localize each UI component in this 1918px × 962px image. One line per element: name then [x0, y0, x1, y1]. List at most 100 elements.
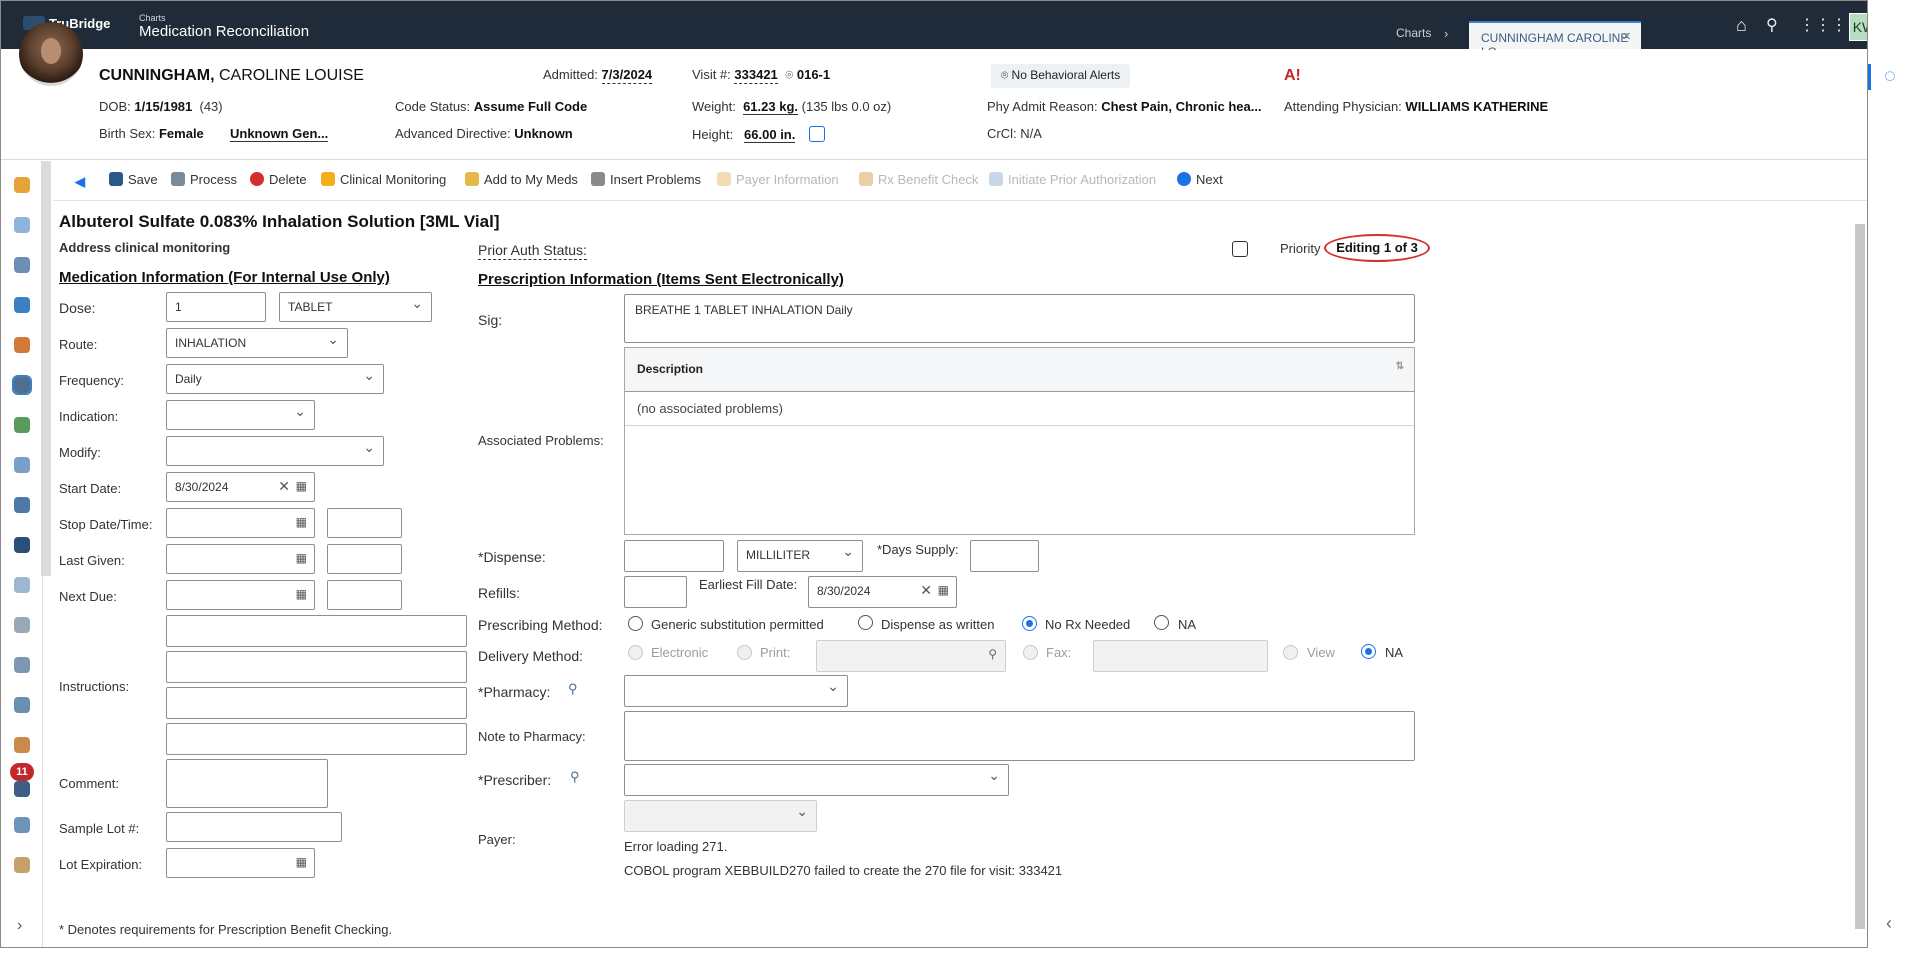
instructions-line-3[interactable]: [166, 687, 467, 719]
visit-number[interactable]: 333421: [734, 67, 778, 84]
instructions-line-2[interactable]: [166, 651, 467, 683]
rail-meds-icon[interactable]: [14, 337, 30, 353]
rail-med-rec-icon[interactable]: [12, 375, 32, 395]
next-button[interactable]: Next: [1177, 172, 1223, 187]
refills-input[interactable]: [624, 576, 687, 608]
rail-calendar-icon[interactable]: [14, 297, 30, 313]
next-due-time-input[interactable]: [327, 580, 402, 610]
delete-button[interactable]: Delete: [250, 172, 307, 187]
pharmacy-search-icon[interactable]: ⚲: [568, 681, 578, 697]
days-supply-input[interactable]: [970, 540, 1039, 572]
rail-scrollbar[interactable]: [41, 161, 51, 576]
start-date-input[interactable]: 8/30/2024 ✕: [166, 472, 315, 502]
tab-charts[interactable]: Charts: [1396, 26, 1431, 40]
expand-rail-icon[interactable]: ›: [17, 917, 22, 935]
instructions-line-4[interactable]: [166, 723, 467, 755]
rail-report-icon[interactable]: [14, 657, 30, 673]
gender-link[interactable]: Unknown Gen...: [230, 126, 329, 142]
rail-orders-icon[interactable]: [14, 417, 30, 433]
rail-staff-icon[interactable]: [14, 857, 30, 873]
radio-method-na[interactable]: [1154, 615, 1169, 630]
clinical-monitoring-button[interactable]: Clinical Monitoring: [321, 172, 446, 187]
next-due-date-input[interactable]: [166, 580, 315, 610]
clear-earliest-fill-icon[interactable]: ✕: [920, 582, 932, 599]
lot-expiration-input[interactable]: [166, 848, 315, 878]
description-column-header[interactable]: Description ⇅: [625, 348, 1414, 392]
indication-select[interactable]: [166, 400, 315, 430]
payer-information-button[interactable]: Payer Information: [717, 172, 839, 187]
prescriber-search-icon[interactable]: ⚲: [570, 769, 580, 785]
collapse-right-rail-icon[interactable]: ‹: [1886, 913, 1892, 934]
prescriber-select[interactable]: [624, 764, 1009, 796]
pharmacy-select[interactable]: [624, 675, 848, 707]
earliest-fill-input[interactable]: 8/30/2024 ✕: [808, 576, 957, 608]
search-icon[interactable]: ⚲: [988, 647, 997, 661]
comment-input[interactable]: [166, 759, 328, 808]
close-tab-icon[interactable]: ×: [1622, 28, 1631, 45]
rail-syringe-icon[interactable]: [14, 457, 30, 473]
sig-input[interactable]: BREATHE 1 TABLET INHALATION Daily: [624, 294, 1415, 343]
rail-history-icon[interactable]: [14, 177, 30, 193]
initiate-prior-authorization-button[interactable]: Initiate Prior Authorization: [989, 172, 1156, 187]
save-button[interactable]: Save: [109, 172, 158, 187]
radio-dispense-as-written[interactable]: [858, 615, 873, 630]
behavioral-alerts-badge[interactable]: ⌾ No Behavioral Alerts: [991, 64, 1131, 88]
dispense-input[interactable]: [624, 540, 724, 572]
payer-select[interactable]: [624, 800, 817, 832]
content-scrollbar[interactable]: [1853, 208, 1867, 947]
dose-input[interactable]: 1: [166, 292, 266, 322]
scroll-thumb[interactable]: [1855, 224, 1865, 929]
last-given-date-input[interactable]: [166, 544, 315, 574]
rail-scan-icon[interactable]: [14, 537, 30, 553]
print-field[interactable]: ⚲: [816, 640, 1006, 672]
weight-value[interactable]: 61.23 kg.: [743, 99, 799, 115]
radio-view[interactable]: [1283, 645, 1298, 660]
rail-doc-icon[interactable]: [14, 577, 30, 593]
radio-electronic[interactable]: [628, 645, 643, 660]
height-calc-icon[interactable]: [808, 126, 825, 142]
sort-icon[interactable]: ⇅: [1396, 361, 1404, 372]
stop-time-input[interactable]: [327, 508, 402, 538]
rail-nurse-icon[interactable]: [14, 497, 30, 513]
note-to-pharmacy-input[interactable]: [624, 711, 1415, 761]
chat-icon[interactable]: ◌: [1884, 65, 1896, 88]
rail-help-icon[interactable]: [14, 781, 30, 797]
sample-lot-input[interactable]: [166, 812, 342, 842]
dose-unit-select[interactable]: TABLET: [279, 292, 432, 322]
route-select[interactable]: INHALATION: [166, 328, 348, 358]
last-given-time-input[interactable]: [327, 544, 402, 574]
tab-charts-close-icon[interactable]: ›: [1444, 26, 1448, 41]
home-icon[interactable]: ⌂: [1736, 15, 1747, 36]
rail-attachment-icon[interactable]: [14, 697, 30, 713]
search-icon[interactable]: ⚲: [1766, 15, 1778, 35]
stop-date-input[interactable]: [166, 508, 315, 538]
rail-flask-icon[interactable]: [14, 217, 30, 233]
apps-grid-icon[interactable]: ⋮⋮⋮: [1799, 15, 1847, 35]
clear-start-date-icon[interactable]: ✕: [278, 478, 290, 495]
height-value[interactable]: 66.00 in.: [744, 127, 796, 143]
user-avatar[interactable]: KW: [1849, 13, 1867, 41]
rail-settings-icon[interactable]: [14, 817, 30, 833]
radio-print[interactable]: [737, 645, 752, 660]
radio-delivery-na[interactable]: [1361, 644, 1376, 659]
priority-checkbox[interactable]: [1232, 241, 1248, 257]
allergy-alert-icon[interactable]: A!: [1284, 67, 1308, 87]
admitted-value[interactable]: 7/3/2024: [601, 67, 653, 84]
insert-problems-button[interactable]: Insert Problems: [591, 172, 701, 187]
modify-select[interactable]: [166, 436, 384, 466]
radio-generic-substitution[interactable]: [628, 616, 643, 631]
notification-badge[interactable]: 11: [10, 763, 34, 781]
radio-fax[interactable]: [1023, 645, 1038, 660]
back-button[interactable]: ◀: [75, 172, 94, 189]
fax-field[interactable]: [1093, 640, 1268, 672]
instructions-line-1[interactable]: [166, 615, 467, 647]
add-to-my-meds-button[interactable]: Add to My Meds: [465, 172, 578, 187]
radio-no-rx-needed[interactable]: [1022, 616, 1037, 631]
rail-education-icon[interactable]: [14, 737, 30, 753]
rx-benefit-check-button[interactable]: Rx Benefit Check: [859, 172, 978, 187]
rail-notes-icon[interactable]: [14, 617, 30, 633]
dispense-unit-select[interactable]: MILLILITER: [737, 540, 863, 572]
tab-patient[interactable]: CUNNINGHAM CAROLINE LO×: [1469, 21, 1641, 59]
process-button[interactable]: Process: [171, 172, 237, 187]
rail-clipboard-icon[interactable]: [14, 257, 30, 273]
